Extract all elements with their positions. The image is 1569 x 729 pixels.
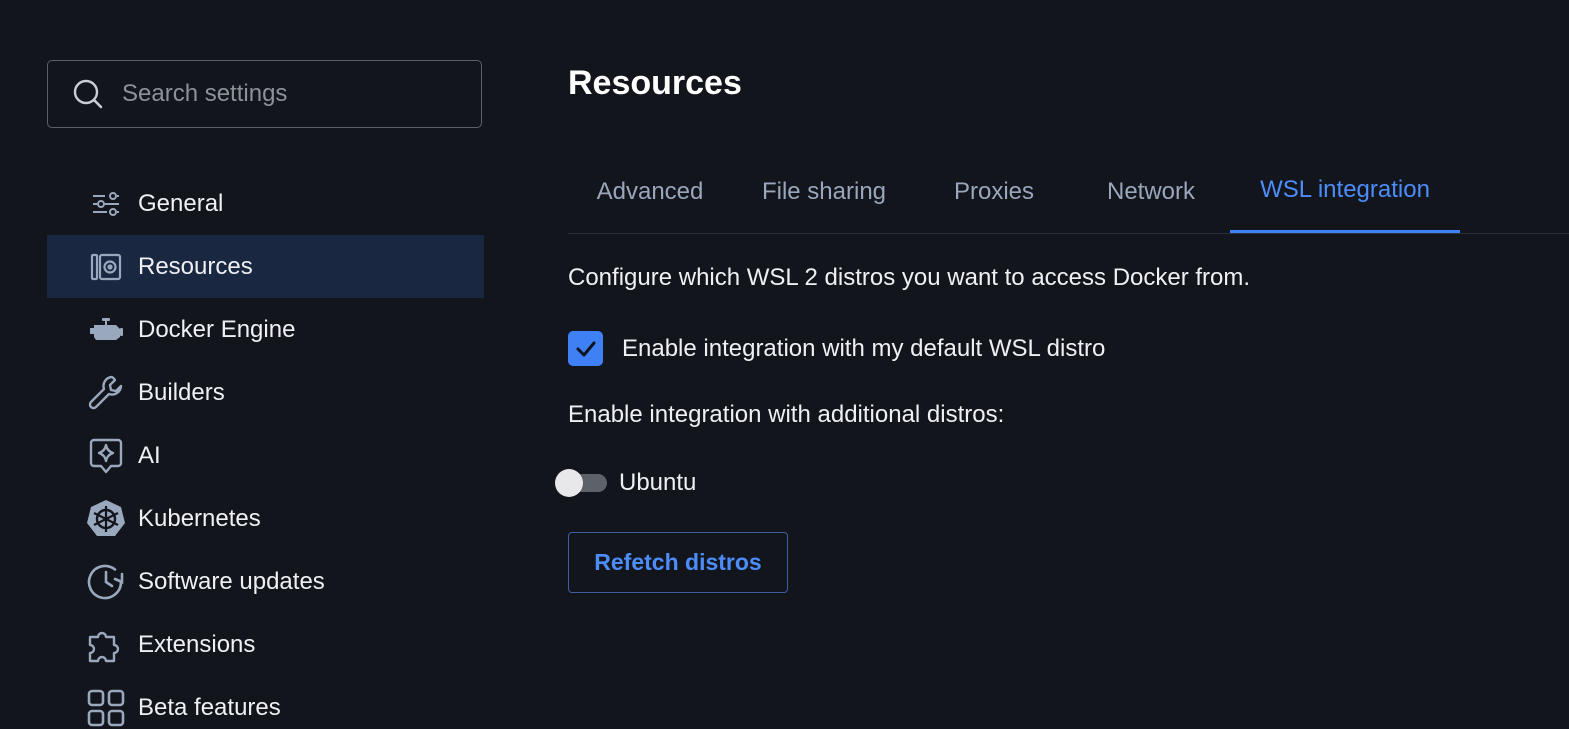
kubernetes-icon: [86, 499, 126, 539]
default-distro-option: Enable integration with my default WSL d…: [568, 331, 1105, 366]
sidebar-item-label: Docker Engine: [138, 315, 296, 343]
default-distro-checkbox[interactable]: [568, 331, 603, 366]
puzzle-icon: [86, 625, 126, 665]
sidebar-item-software-updates[interactable]: Software updates: [47, 550, 484, 613]
sidebar-item-label: Extensions: [138, 630, 256, 658]
sidebar-item-general[interactable]: General: [47, 172, 484, 235]
tab-bar: Advanced File sharing Proxies Network WS…: [568, 150, 1569, 234]
toggle-knob: [555, 469, 583, 497]
distro-name: Ubuntu: [619, 469, 697, 496]
sidebar-item-builders[interactable]: Builders: [47, 361, 484, 424]
sidebar-item-ai[interactable]: AI: [47, 424, 484, 487]
sidebar-item-label: Builders: [138, 378, 225, 406]
sidebar-item-resources[interactable]: Resources: [47, 235, 484, 298]
tab-advanced[interactable]: Advanced: [568, 150, 732, 233]
page-title: Resources: [568, 64, 742, 102]
sidebar-item-label: AI: [138, 441, 161, 469]
ubuntu-toggle[interactable]: [555, 466, 607, 500]
engine-icon: [86, 310, 126, 350]
sidebar-item-label: General: [138, 189, 224, 217]
search-box[interactable]: [47, 60, 482, 128]
distro-row: Ubuntu: [555, 466, 696, 500]
tab-network[interactable]: Network: [1072, 150, 1230, 233]
sidebar-item-label: Kubernetes: [138, 504, 261, 532]
sidebar-item-label: Beta features: [138, 693, 281, 721]
search-icon: [72, 78, 104, 110]
sidebar-item-kubernetes[interactable]: Kubernetes: [47, 487, 484, 550]
settings-window: General Resources: [0, 0, 1569, 729]
wrench-icon: [86, 373, 126, 413]
tab-wsl-integration[interactable]: WSL integration: [1230, 150, 1460, 233]
sidebar-item-docker-engine[interactable]: Docker Engine: [47, 298, 484, 361]
ai-sparkle-icon: [86, 436, 126, 476]
grid-icon: [86, 688, 126, 728]
checkmark-icon: [576, 341, 595, 356]
clock-update-icon: [86, 562, 126, 602]
tab-file-sharing[interactable]: File sharing: [732, 150, 916, 233]
additional-distros-heading: Enable integration with additional distr…: [568, 401, 1005, 428]
search-input[interactable]: [120, 79, 464, 109]
tab-proxies[interactable]: Proxies: [916, 150, 1072, 233]
sidebar-item-label: Resources: [138, 252, 253, 280]
default-distro-label: Enable integration with my default WSL d…: [622, 334, 1106, 362]
sidebar-item-beta-features[interactable]: Beta features: [47, 676, 484, 729]
resources-icon: [86, 247, 126, 287]
wsl-description: Configure which WSL 2 distros you want t…: [568, 264, 1251, 291]
sliders-icon: [86, 184, 126, 224]
sidebar-item-label: Software updates: [138, 567, 325, 595]
refetch-distros-button[interactable]: Refetch distros: [568, 532, 788, 593]
sidebar: General Resources Docker Engine Builders…: [47, 172, 484, 729]
sidebar-item-extensions[interactable]: Extensions: [47, 613, 484, 676]
